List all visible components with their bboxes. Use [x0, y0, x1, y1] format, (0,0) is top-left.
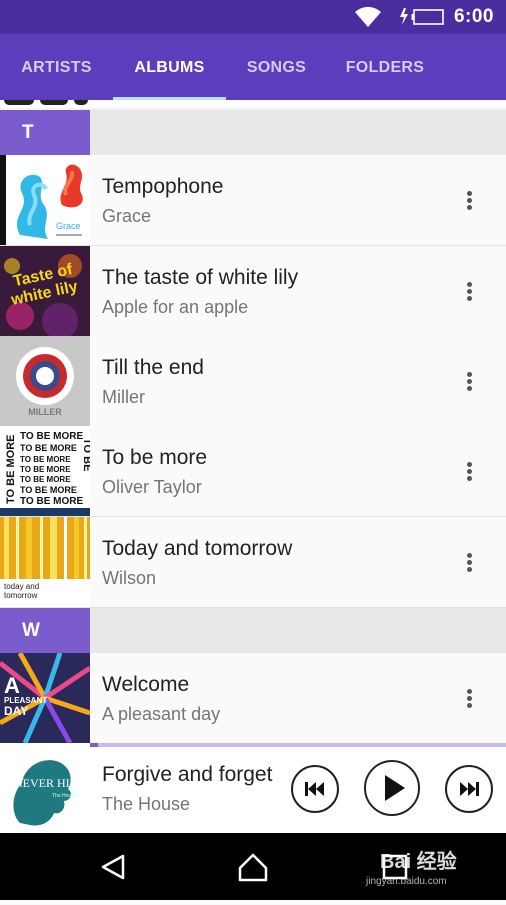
album-artist: Miller — [102, 387, 145, 407]
more-options-icon[interactable] — [454, 451, 484, 491]
home-icon[interactable] — [228, 833, 278, 900]
svg-text:TO BE MORE: TO BE MORE — [20, 485, 77, 495]
album-art-tempophone: Grace — [0, 155, 90, 245]
album-art-taste-of-white-lily: Taste of white lily — [0, 246, 90, 336]
skip-next-icon[interactable] — [445, 765, 493, 813]
album-artist: Wilson — [102, 568, 157, 588]
album-list[interactable]: T Grace Tempophone Grace Taste of white … — [0, 100, 506, 743]
album-art-welcome: A PLEASANT DAY — [0, 653, 90, 743]
skip-previous-icon[interactable] — [291, 765, 339, 813]
album-title: The taste of white lily — [102, 266, 299, 289]
album-art-till-the-end: MILLER — [0, 336, 90, 426]
album-row-today-and-tomorrow[interactable]: today and tomorrow Today and tomorrow Wi… — [0, 517, 506, 608]
scrolled-row-fragment — [0, 100, 506, 108]
playback-progress-fill — [90, 743, 99, 747]
now-playing-bar[interactable]: NEVER HIDE The House Forgive and forget … — [0, 743, 506, 833]
wifi-icon — [355, 6, 381, 27]
svg-text:TO BE MORE: TO BE MORE — [20, 475, 71, 484]
more-options-icon[interactable] — [454, 542, 484, 582]
more-options-icon[interactable] — [454, 180, 484, 220]
album-title: Till the end — [102, 356, 204, 379]
more-options-icon[interactable] — [454, 678, 484, 718]
svg-text:TO BE MORE: TO BE MORE — [20, 496, 83, 507]
now-playing-art: NEVER HIDE The House — [0, 743, 90, 833]
tab-artists[interactable]: ARTISTS — [0, 34, 113, 100]
album-row-tempophone[interactable]: Grace Tempophone Grace — [0, 155, 506, 246]
svg-text:TO BE MORE: TO BE MORE — [20, 465, 71, 474]
svg-text:NEVER HIDE: NEVER HIDE — [14, 776, 86, 790]
more-options-icon[interactable] — [454, 271, 484, 311]
album-artist: Oliver Taylor — [102, 477, 202, 497]
section-letter: W — [0, 608, 90, 653]
section-header-w: W — [0, 608, 506, 653]
album-title: Tempophone — [102, 175, 224, 198]
album-row-welcome[interactable]: A PLEASANT DAY Welcome A pleasant day — [0, 653, 506, 743]
album-row-till-the-end[interactable]: MILLER Till the end Miller — [0, 336, 506, 427]
battery-charging-icon — [400, 8, 444, 25]
svg-text:TO BE MORE: TO BE MORE — [20, 431, 83, 442]
album-artist: Grace — [102, 206, 152, 226]
album-title: Welcome — [102, 673, 190, 696]
more-options-icon[interactable] — [454, 361, 484, 401]
back-icon[interactable] — [90, 833, 140, 900]
album-row-taste-of-white-lily[interactable]: Taste of white lily The taste of white l… — [0, 246, 506, 337]
section-letter: T — [0, 110, 90, 155]
tab-folders[interactable]: FOLDERS — [327, 34, 443, 100]
status-time: 6:00 — [453, 6, 494, 27]
watermark-url: jingyan.baidu.com — [366, 876, 447, 887]
album-art-to-be-more: TO BE MORE TO BE MORE TO BE MORE TO BE M… — [0, 426, 90, 516]
tab-bar: ARTISTS ALBUMS SONGS FOLDERS — [0, 34, 506, 100]
now-playing-title: Forgive and forget — [102, 763, 273, 786]
section-header-t: T — [0, 110, 506, 155]
album-title: Today and tomorrow — [102, 537, 293, 560]
watermark-logo: Bai 经验 — [380, 851, 457, 873]
playback-progress[interactable] — [90, 743, 506, 747]
album-artist: A pleasant day — [102, 704, 221, 724]
album-art-today-and-tomorrow: today and tomorrow — [0, 517, 90, 607]
svg-text:The House: The House — [52, 793, 77, 799]
tab-songs[interactable]: SONGS — [226, 34, 327, 100]
now-playing-artist: The House — [102, 794, 191, 814]
cover-text: MILLER — [28, 407, 62, 417]
play-icon[interactable] — [364, 760, 420, 816]
svg-text:TO BE MORE: TO BE MORE — [20, 443, 77, 453]
svg-text:TO BE MORE: TO BE MORE — [5, 435, 17, 504]
album-title: To be more — [102, 446, 208, 469]
album-artist: Apple for an apple — [102, 297, 249, 317]
status-bar: 6:00 — [0, 0, 506, 34]
cover-text: Grace — [56, 221, 81, 231]
tab-albums[interactable]: ALBUMS — [113, 34, 226, 100]
svg-text:tomorrow: tomorrow — [4, 591, 38, 600]
album-row-to-be-more[interactable]: TO BE MORE TO BE MORE TO BE MORE TO BE M… — [0, 426, 506, 517]
svg-text:DAY: DAY — [4, 704, 28, 718]
svg-text:today and: today and — [4, 582, 39, 591]
svg-text:TO BE MORE: TO BE MORE — [20, 455, 71, 464]
svg-text:TO BE: TO BE — [81, 438, 90, 471]
svg-text:A: A — [4, 673, 20, 698]
